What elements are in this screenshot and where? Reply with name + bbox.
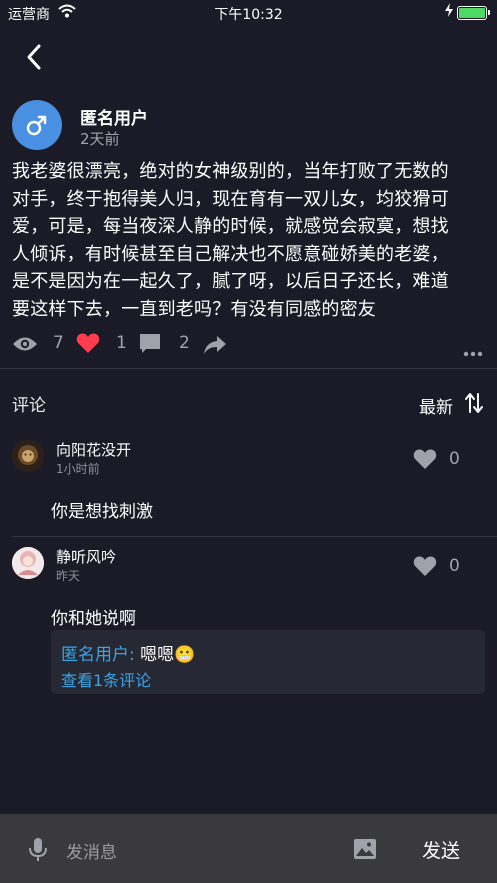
- more-options-icon[interactable]: [463, 342, 483, 362]
- post-line: 爱，可是，每当夜深人静的时候，就感觉会寂寞，想找: [12, 216, 449, 237]
- comment-author[interactable]: 向阳花没开: [56, 439, 131, 460]
- avatar[interactable]: [12, 440, 44, 472]
- like-heart-icon[interactable]: [76, 332, 100, 359]
- heart-icon: [413, 556, 437, 576]
- sort-label[interactable]: 最新: [419, 393, 453, 418]
- comment-text: 你是想找刺激: [51, 502, 153, 522]
- reply-text: 嗯嗯😬: [134, 645, 196, 665]
- post-line: 要这样下去，一直到老吗？有没有同感的密友: [12, 298, 376, 320]
- avatar[interactable]: [12, 547, 44, 579]
- status-bar: 运营商 下午10:32: [0, 0, 497, 26]
- reply-author[interactable]: 匿名用户:: [61, 645, 135, 665]
- back-button[interactable]: [20, 42, 50, 72]
- divider: [12, 536, 497, 537]
- reply-preview[interactable]: 匿名用户: 嗯嗯😬 查看1条评论: [51, 630, 485, 694]
- image-icon[interactable]: [353, 838, 377, 860]
- microphone-icon[interactable]: [28, 837, 48, 863]
- divider: [0, 368, 497, 369]
- post-stats: 7 1 2: [12, 332, 487, 358]
- view-count: 7: [53, 333, 64, 353]
- author-name[interactable]: 匿名用户: [80, 104, 148, 129]
- clock-time: 下午10:32: [214, 7, 283, 23]
- comment-like-button[interactable]: [413, 448, 437, 470]
- view-replies-link[interactable]: 查看1条评论: [61, 667, 151, 691]
- post-line: 对手，终于抱得美人归，现在育有一双儿女，均狡猾可: [12, 188, 449, 210]
- post-line: 我老婆很漂亮，绝对的女神级别的，当年打败了无数的: [12, 161, 449, 182]
- sort-arrows-icon[interactable]: [464, 392, 484, 414]
- eye-icon: [12, 335, 38, 358]
- heart-icon: [413, 449, 437, 469]
- charging-icon: [445, 3, 453, 21]
- comments-title: 评论: [12, 396, 46, 416]
- comment-time: 昨天: [56, 569, 81, 583]
- post-line: 是不是因为在一起久了，腻了呀，以后日子还长，难道: [12, 271, 449, 292]
- chevron-left-icon: [27, 44, 41, 70]
- comment-author[interactable]: 静听风吟: [56, 546, 116, 567]
- post-line: 人倾诉，有时候甚至自己解决也不愿意碰娇美的老婆，: [12, 243, 449, 265]
- message-input[interactable]: 发消息: [66, 838, 336, 863]
- post-time: 2天前: [80, 130, 120, 148]
- send-button[interactable]: 发送: [422, 836, 460, 863]
- comment-text: 你和她说啊: [51, 609, 136, 629]
- comment-like-count: 0: [449, 556, 460, 576]
- author-avatar[interactable]: [12, 100, 62, 150]
- post-content: 我老婆很漂亮，绝对的女神级别的，当年打败了无数的 对手，终于抱得美人归，现在育有…: [12, 158, 490, 323]
- comment-like-button[interactable]: [413, 555, 437, 577]
- comment-time: 1小时前: [56, 462, 100, 476]
- comment-count: 2: [179, 333, 190, 353]
- comment-like-count: 0: [449, 449, 460, 469]
- battery-icon: [457, 6, 490, 20]
- comment-icon[interactable]: [139, 333, 161, 360]
- message-bar: 发消息 发送: [0, 814, 497, 883]
- male-symbol-icon: [26, 115, 47, 136]
- share-icon[interactable]: [203, 335, 227, 360]
- reply-line: 匿名用户: 嗯嗯😬: [61, 640, 195, 665]
- like-count: 1: [116, 333, 127, 353]
